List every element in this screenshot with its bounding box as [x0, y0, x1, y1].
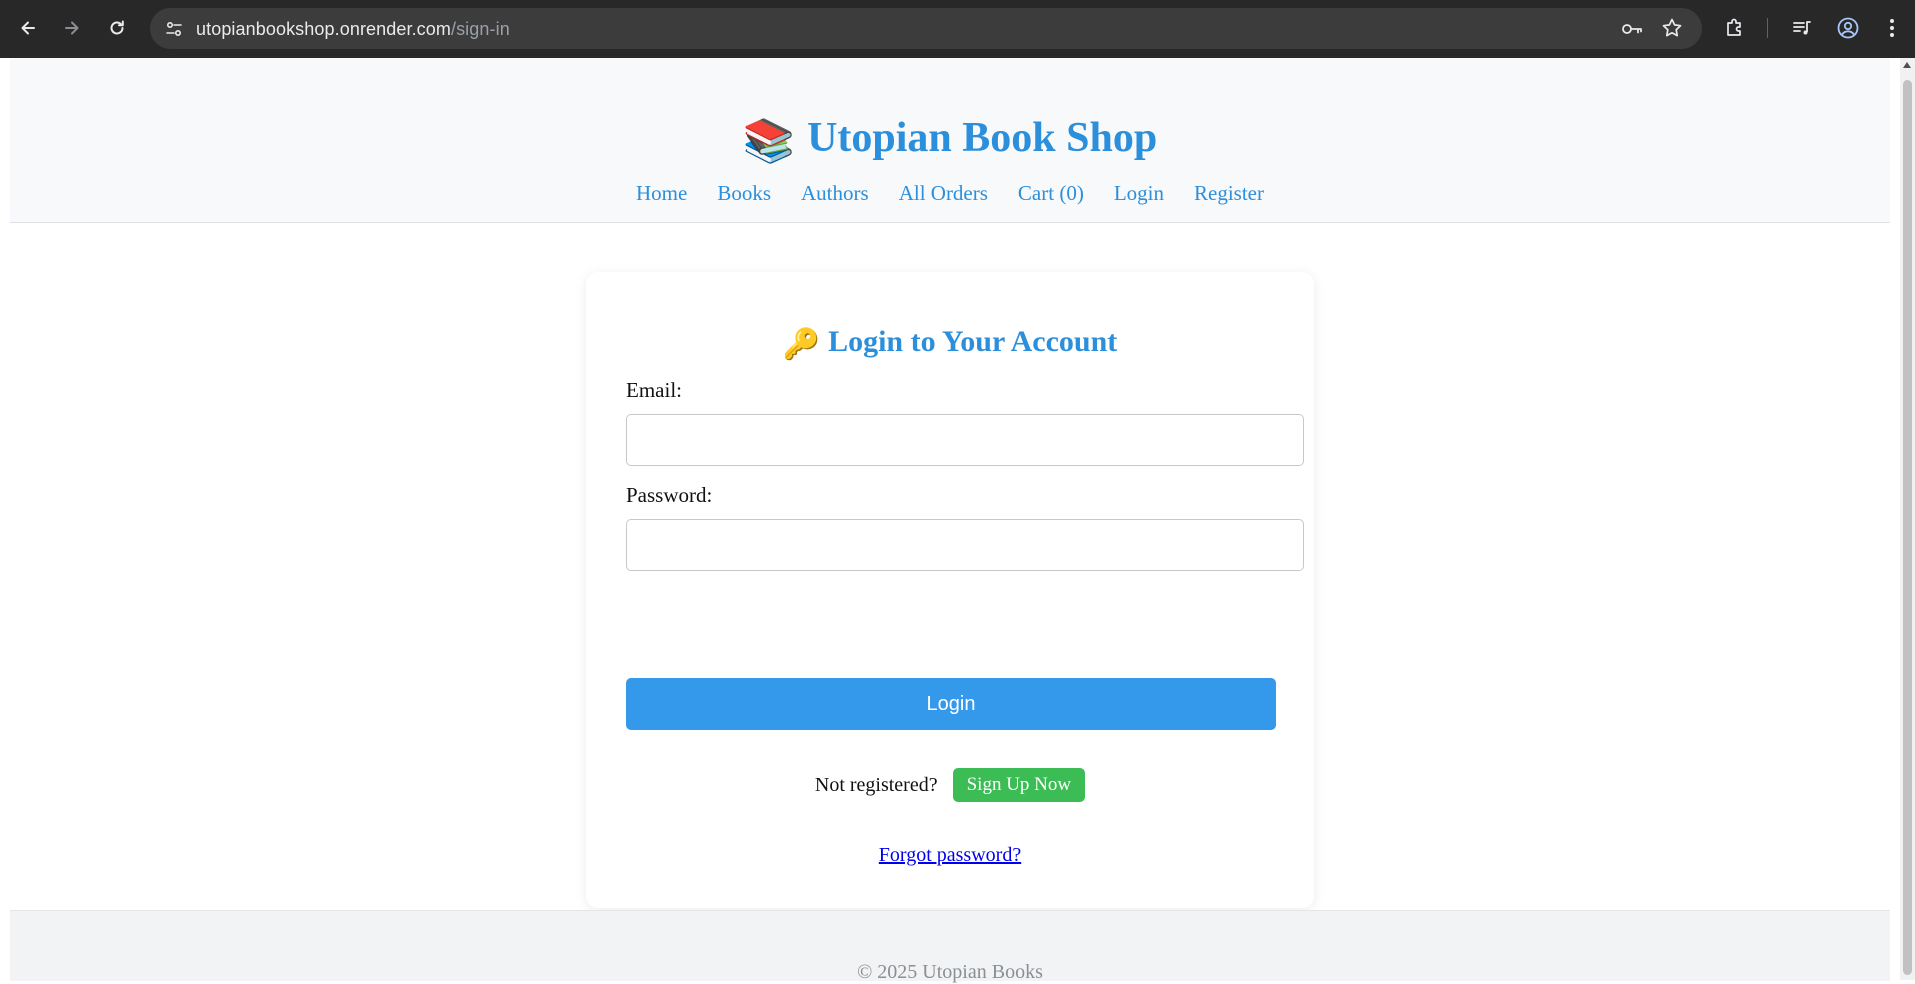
- arrow-left-icon: [21, 21, 35, 35]
- site-title-text: Utopian Book Shop: [807, 115, 1158, 161]
- sign-up-button[interactable]: Sign Up Now: [952, 768, 1086, 802]
- forward-button[interactable]: [58, 14, 86, 42]
- login-title-text: Login to Your Account: [828, 325, 1118, 358]
- nav-home[interactable]: Home: [636, 181, 687, 205]
- page-scrollbar[interactable]: [1900, 58, 1915, 980]
- site-info-icon[interactable]: [164, 19, 184, 44]
- puzzle-icon: [1727, 18, 1741, 36]
- forgot-password-link[interactable]: Forgot password?: [586, 844, 1314, 867]
- browser-menu-button[interactable]: [1878, 14, 1906, 42]
- site-header: 📚 Utopian Book Shop Home Books Authors All O…: [10, 58, 1890, 223]
- profile-button[interactable]: [1834, 14, 1862, 42]
- scroll-thumb[interactable]: [1903, 80, 1912, 975]
- nav-register[interactable]: Register: [1194, 181, 1264, 205]
- bookmark-star-icon[interactable]: [1661, 17, 1683, 44]
- browser-toolbar: utopianbookshop.onrender.com/sign-in: [0, 0, 1915, 58]
- site-title[interactable]: 📚 Utopian Book Shop: [10, 113, 1890, 167]
- main-nav: Home Books Authors All Orders Cart (0) Login R…: [10, 180, 1890, 206]
- more-vert-icon: [1890, 19, 1894, 37]
- not-registered-text: Not registered?: [814, 773, 938, 796]
- email-field[interactable]: [626, 414, 1304, 466]
- toolbar-divider: [1767, 18, 1768, 38]
- books-icon: 📚: [742, 119, 796, 165]
- media-controls-button[interactable]: [1788, 14, 1816, 42]
- nav-books[interactable]: Books: [717, 181, 771, 205]
- back-button[interactable]: [14, 14, 42, 42]
- nav-all-orders[interactable]: All Orders: [899, 181, 988, 205]
- account-circle-icon: [1837, 17, 1859, 39]
- copyright-text: © 2025 Utopian Books: [857, 961, 1043, 983]
- nav-login[interactable]: Login: [1114, 181, 1164, 205]
- url-path: /sign-in: [450, 19, 510, 39]
- page-viewport: 📚 Utopian Book Shop Home Books Authors All O…: [10, 58, 1890, 983]
- arrow-right-icon: [65, 21, 79, 35]
- login-button[interactable]: Login: [626, 678, 1276, 730]
- site-footer: © 2025 Utopian Books: [10, 910, 1890, 983]
- password-field[interactable]: [626, 519, 1304, 571]
- reload-button[interactable]: [103, 14, 131, 42]
- email-label: Email:: [626, 378, 682, 402]
- nav-cart[interactable]: Cart (0): [1018, 181, 1084, 205]
- register-prompt: Not registered? Sign Up Now: [586, 768, 1314, 802]
- login-card: 🔑 Login to Your Account Email: Password: …: [586, 272, 1314, 908]
- login-title: 🔑 Login to Your Account: [586, 322, 1314, 365]
- scroll-up-arrow-icon[interactable]: [1903, 62, 1911, 68]
- reload-icon: [110, 20, 124, 35]
- address-bar[interactable]: utopianbookshop.onrender.com/sign-in: [150, 8, 1702, 49]
- queue-music-icon: [1793, 21, 1811, 35]
- nav-authors[interactable]: Authors: [801, 181, 869, 205]
- extensions-button[interactable]: [1721, 14, 1749, 42]
- password-key-icon[interactable]: [1620, 18, 1644, 45]
- url-text[interactable]: utopianbookshop.onrender.com/sign-in: [196, 19, 510, 40]
- url-host: utopianbookshop.onrender.com: [196, 19, 451, 39]
- password-label: Password:: [626, 483, 713, 507]
- key-icon: 🔑: [782, 328, 821, 361]
